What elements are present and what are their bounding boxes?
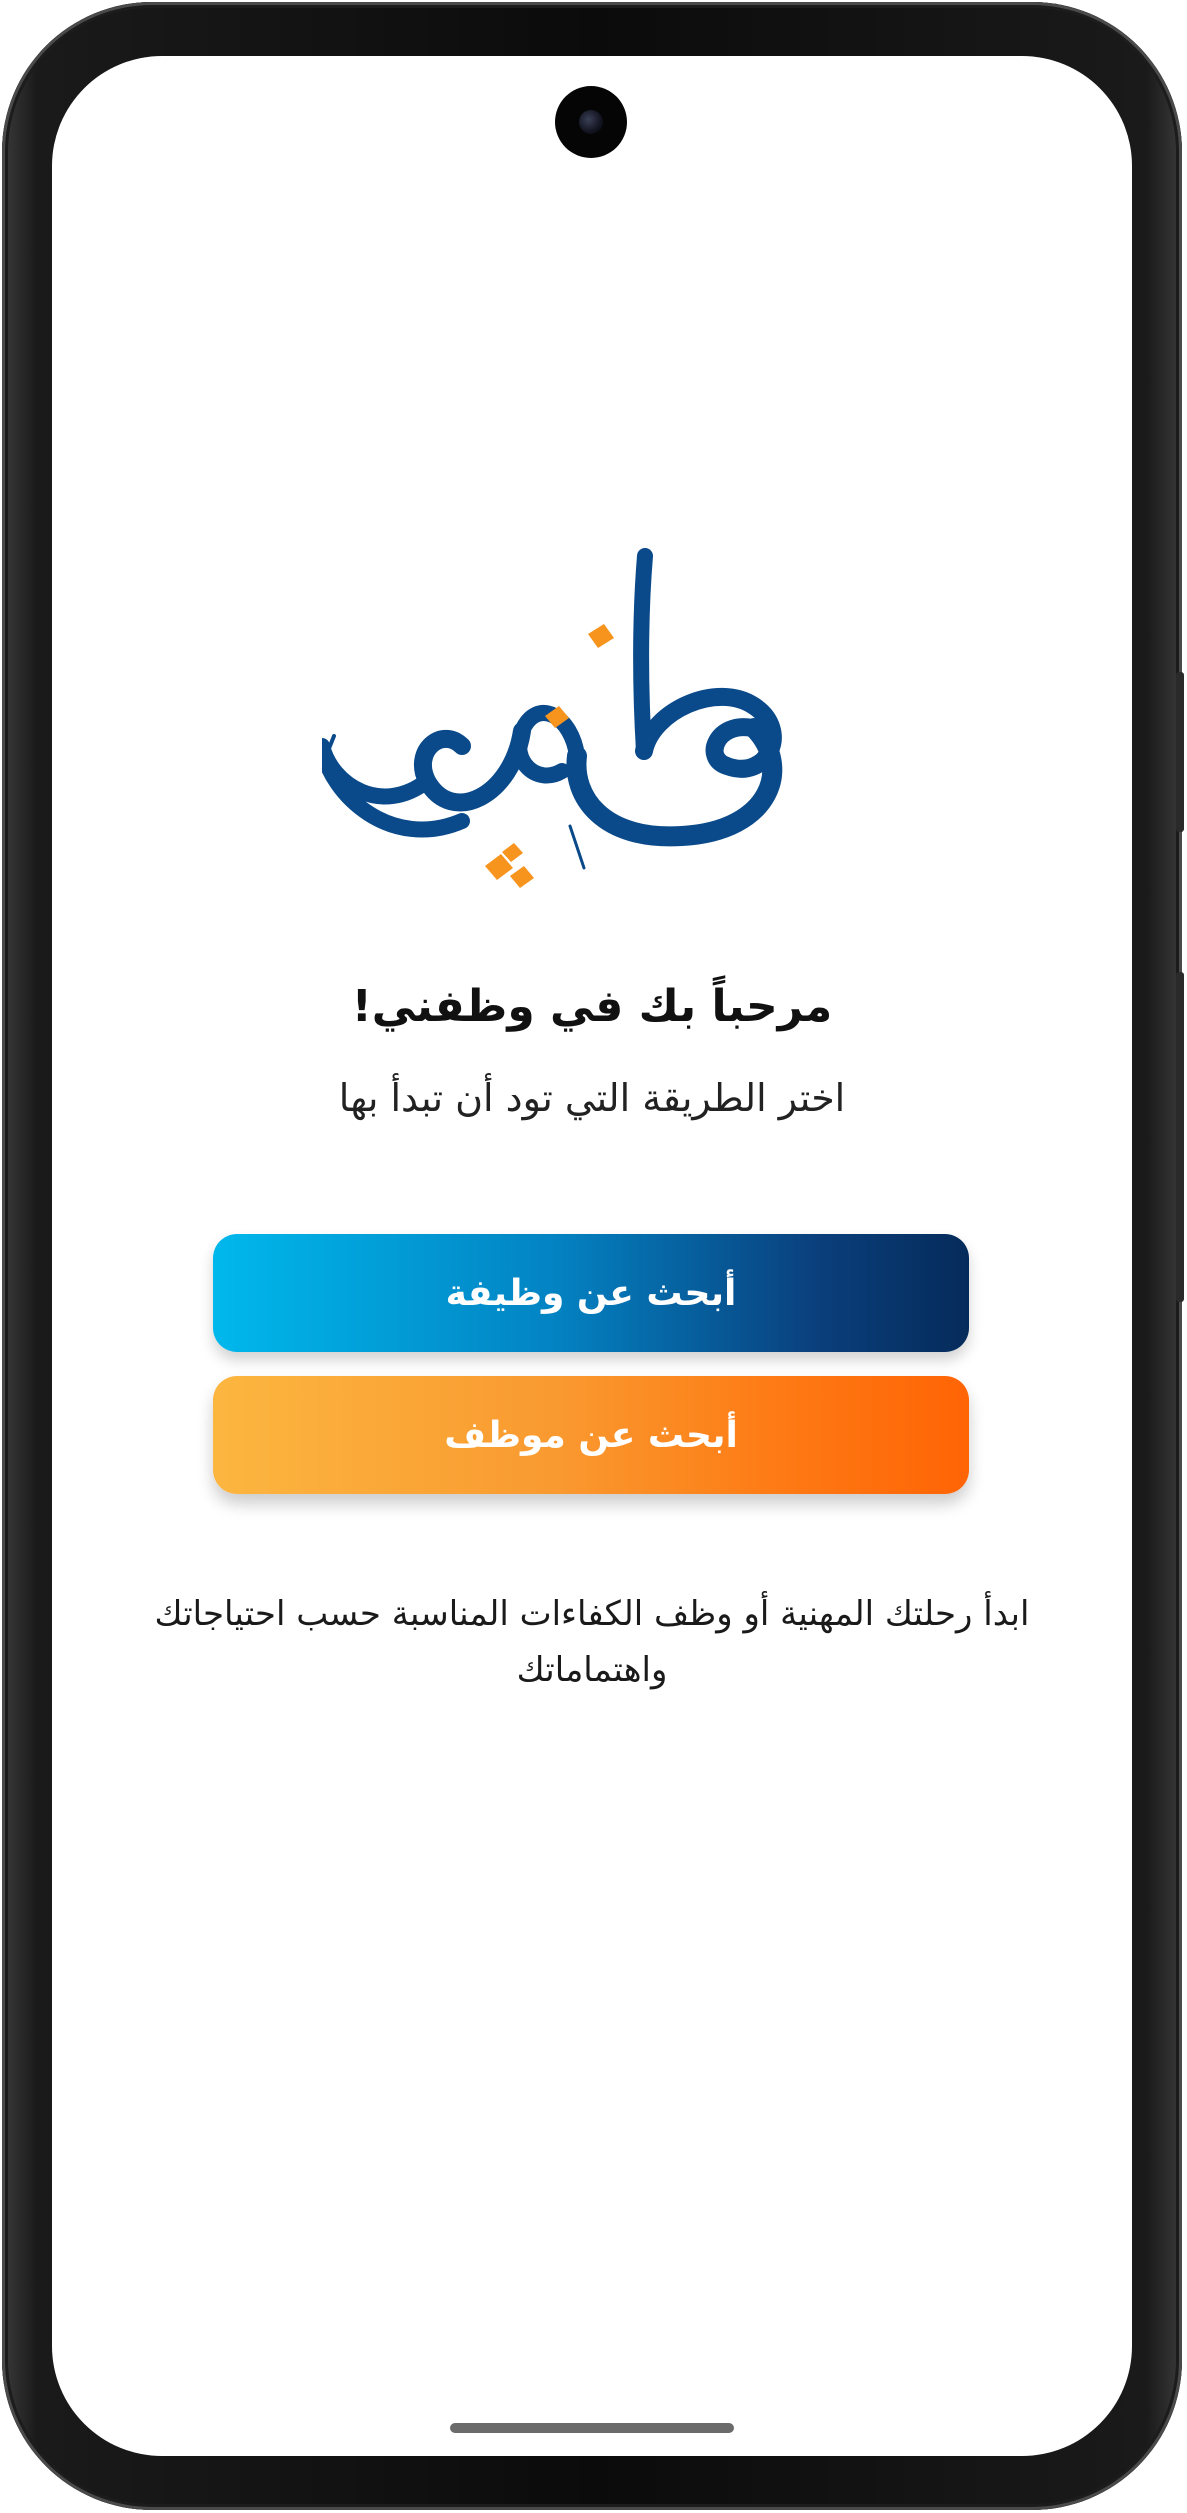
welcome-title: مرحباً بك في وظفني! [351, 981, 833, 1032]
phone-frame: مرحباً بك في وظفني! اختر الطريقة التي تو… [2, 2, 1184, 2510]
device-mockup: مرحباً بك في وظفني! اختر الطريقة التي تو… [0, 0, 1187, 2513]
home-indicator[interactable] [450, 2423, 734, 2433]
find-job-button-label: أبحث عن وظيفة [445, 1272, 737, 1314]
description-text: ابدأ رحلتك المهنية أو وظف الكفاءات المنا… [154, 1594, 1030, 1690]
app-logo [322, 548, 783, 888]
side-button [1176, 972, 1184, 1302]
front-camera [555, 86, 627, 158]
find-job-button[interactable]: أبحث عن وظيفة [213, 1234, 969, 1352]
find-employee-button-label: أبحث عن موظف [444, 1414, 738, 1456]
app-screen: مرحباً بك في وظفني! اختر الطريقة التي تو… [52, 56, 1132, 2456]
welcome-subtitle: اختر الطريقة التي تود أن تبدأ بها [338, 1076, 846, 1120]
find-employee-button[interactable]: أبحث عن موظف [213, 1376, 969, 1494]
side-button [1176, 672, 1184, 832]
